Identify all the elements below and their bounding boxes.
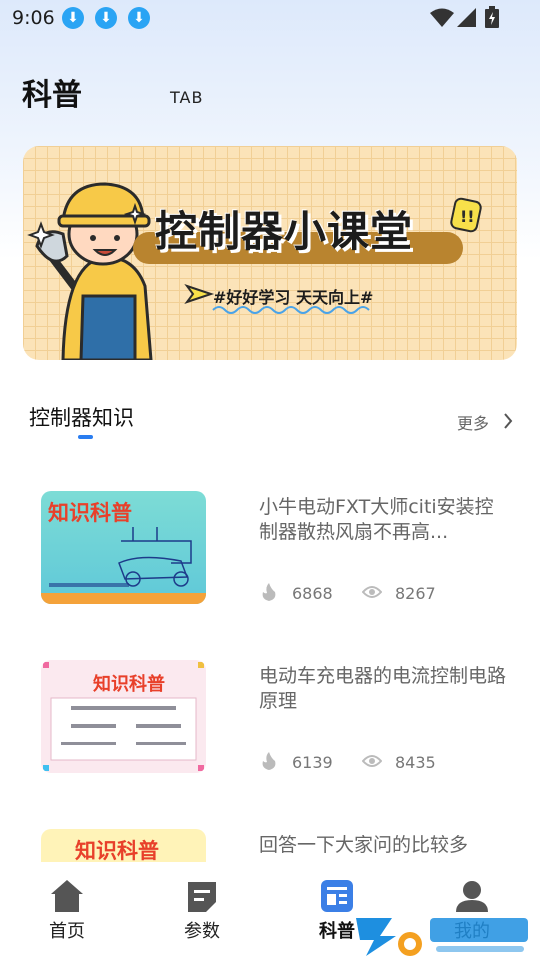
article-thumbnail: 知识科普 (41, 491, 206, 604)
status-time: 9:06 (12, 7, 55, 29)
like-count: 6868 (292, 584, 333, 603)
article-thumbnail: 知识科普 (41, 829, 206, 862)
flame-icon (262, 752, 276, 770)
nav-label: 参数 (184, 921, 220, 942)
flame-icon (262, 583, 276, 601)
eye-icon (362, 755, 382, 767)
wifi-icon (430, 8, 454, 27)
banner-title: 控制器小课堂 (155, 207, 414, 256)
nav-params[interactable]: 参数 (152, 862, 252, 960)
article-thumbnail: 知识科普 (41, 660, 206, 773)
view-count: 8267 (395, 584, 436, 603)
science-icon (321, 880, 353, 912)
scooter-diagram-graphic (41, 527, 206, 604)
section-title: 控制器知识 (29, 406, 134, 430)
tab-label[interactable]: TAB (170, 88, 203, 107)
download-notification-icon: ⬇ (62, 7, 84, 29)
user-icon (456, 881, 488, 912)
article-title: 小牛电动FXT大师citi安装控制器散热风扇不再高... (259, 496, 494, 543)
banner-slogan: #好好学习 天天向上# (213, 288, 374, 307)
status-bar: 9:06 ⬇ ⬇ ⬇ (0, 0, 540, 36)
charger-diagram-graphic (43, 662, 204, 771)
like-count: 6139 (292, 753, 333, 772)
article-item[interactable]: 知识科普 回答一下大家问的比较多 (0, 823, 540, 862)
article-item[interactable]: 知识科普 电动车充电器的电流控制电路原理 6139 8435 (0, 654, 540, 804)
article-item[interactable]: 知识科普 小牛电动FXT大师citi安装控制器散热风扇不再高... 6868 8… (0, 485, 540, 635)
view-count: 8435 (395, 753, 436, 772)
watermark-logo (356, 918, 528, 956)
battery-charging-icon (485, 6, 499, 28)
more-link[interactable]: 更多 (457, 410, 489, 434)
home-icon (51, 880, 83, 912)
nav-home[interactable]: 首页 (17, 862, 117, 960)
section-tab-indicator (78, 435, 93, 439)
download-notification-icon: ⬇ (95, 7, 117, 29)
thumbnail-label: 知识科普 (75, 839, 159, 862)
banner[interactable]: !! 控制器小课堂 #好好学习 天天向上# (23, 146, 517, 360)
svg-text:!!: !! (460, 207, 475, 226)
article-title: 回答一下大家问的比较多 (259, 834, 469, 856)
eye-icon (362, 586, 382, 598)
download-notification-icon: ⬇ (128, 7, 150, 29)
cell-signal-icon (457, 8, 476, 27)
article-title: 电动车充电器的电流控制电路原理 (259, 665, 507, 712)
page-title: 科普 (22, 78, 82, 113)
nav-label: 首页 (49, 921, 85, 942)
chevron-right-icon[interactable] (503, 412, 513, 430)
params-icon (188, 882, 216, 912)
